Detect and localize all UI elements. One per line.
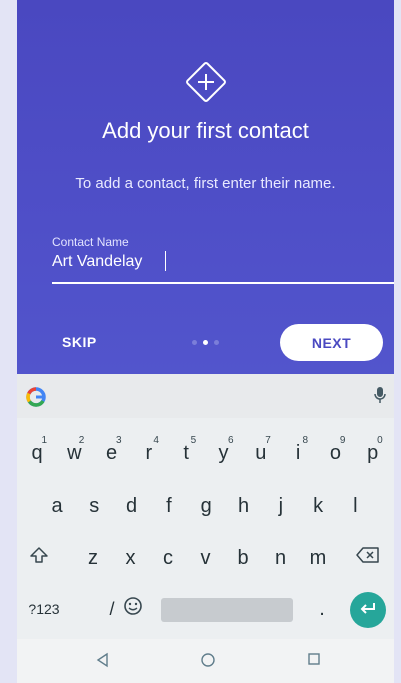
key-number-hint: 2 xyxy=(78,435,85,446)
google-icon[interactable] xyxy=(25,386,47,408)
emoji-icon xyxy=(123,596,143,622)
key-label: c xyxy=(163,546,173,569)
key-label: g xyxy=(200,494,212,517)
text-caret xyxy=(165,251,166,271)
home-nav-icon[interactable] xyxy=(200,652,216,673)
key-number-hint: 5 xyxy=(190,435,197,446)
key-l[interactable]: l xyxy=(337,486,373,526)
key-o[interactable]: o9 xyxy=(317,433,353,473)
key-number-hint: 7 xyxy=(265,435,271,446)
onboarding-card: Add your first contact To add a contact,… xyxy=(17,0,394,374)
key-number-hint: 6 xyxy=(227,435,234,446)
page-dot-2-active xyxy=(203,340,208,345)
mic-icon[interactable] xyxy=(374,386,386,409)
key-b[interactable]: b xyxy=(225,538,261,578)
key-w[interactable]: w2 xyxy=(56,433,92,473)
page-indicator xyxy=(192,340,219,345)
contact-name-label: Contact Name xyxy=(52,235,129,249)
key-label: t xyxy=(183,441,189,464)
key-z[interactable]: z xyxy=(75,538,111,578)
space-bar[interactable] xyxy=(161,598,293,622)
system-nav-bar xyxy=(17,639,394,683)
back-nav-icon[interactable] xyxy=(95,652,109,673)
page-dot-3 xyxy=(214,340,219,345)
shift-icon xyxy=(29,545,49,571)
key-g[interactable]: g xyxy=(188,486,224,526)
key-r[interactable]: r4 xyxy=(131,433,167,473)
backspace-key[interactable] xyxy=(350,538,386,578)
key-label: a xyxy=(51,494,63,517)
key-s[interactable]: s xyxy=(76,486,112,526)
page-title: Add your first contact xyxy=(102,118,309,143)
key-h[interactable]: h xyxy=(226,486,262,526)
backspace-icon xyxy=(356,546,380,570)
key-label: n xyxy=(274,546,287,569)
key-label: j xyxy=(278,494,284,517)
key-label: f xyxy=(166,494,172,517)
keyboard-toolbar xyxy=(17,374,394,418)
phone-screen: Add your first contact To add a contact,… xyxy=(17,0,394,683)
key-label: z xyxy=(88,546,98,569)
key-x[interactable]: x xyxy=(113,538,149,578)
key-p[interactable]: p0 xyxy=(355,433,391,473)
next-button[interactable]: NEXT xyxy=(280,324,383,361)
recents-nav-icon[interactable] xyxy=(307,652,321,671)
key-label: b xyxy=(237,546,249,569)
key-label: d xyxy=(126,494,138,517)
key-label: k xyxy=(313,494,324,517)
key-a[interactable]: a xyxy=(39,486,75,526)
key-number-hint: 4 xyxy=(153,435,159,446)
contact-name-underline xyxy=(52,282,394,284)
enter-key[interactable] xyxy=(350,592,386,628)
shift-key[interactable] xyxy=(21,538,57,578)
key-number-hint: 9 xyxy=(339,435,346,446)
key-label: s xyxy=(89,494,100,517)
key-number-hint: 8 xyxy=(302,435,309,446)
key-number-hint: 1 xyxy=(41,435,47,446)
key-label: m xyxy=(309,546,327,569)
key-v[interactable]: v xyxy=(188,538,224,578)
key-label: r xyxy=(145,441,153,464)
page-dot-1 xyxy=(192,340,197,345)
key-label: h xyxy=(237,494,250,517)
key-u[interactable]: u7 xyxy=(243,433,279,473)
add-contact-icon xyxy=(184,60,228,104)
key-k[interactable]: k xyxy=(300,486,336,526)
key-number-hint: 3 xyxy=(116,435,122,446)
contact-name-input[interactable] xyxy=(52,250,382,274)
key-j[interactable]: j xyxy=(263,486,299,526)
symbols-key[interactable]: ?123 xyxy=(21,589,67,629)
key-f[interactable]: f xyxy=(151,486,187,526)
key-m[interactable]: m xyxy=(300,538,336,578)
key-t[interactable]: t5 xyxy=(168,433,204,473)
period-key[interactable]: . xyxy=(304,589,340,629)
key-number-hint: 0 xyxy=(377,435,383,446)
key-c[interactable]: c xyxy=(150,538,186,578)
key-y[interactable]: y6 xyxy=(206,433,242,473)
page-subtitle: To add a contact, first enter their name… xyxy=(75,175,336,192)
emoji-key[interactable] xyxy=(115,589,151,629)
key-n[interactable]: n xyxy=(263,538,299,578)
key-e[interactable]: e3 xyxy=(94,433,130,473)
key-label: v xyxy=(200,546,211,569)
enter-icon xyxy=(359,601,377,620)
key-label: x xyxy=(125,546,136,569)
key-i[interactable]: i8 xyxy=(280,433,316,473)
key-d[interactable]: d xyxy=(114,486,150,526)
key-label: l xyxy=(353,494,358,517)
key-q[interactable]: q1 xyxy=(19,433,55,473)
key-label: i xyxy=(295,441,301,464)
skip-button[interactable]: SKIP xyxy=(62,334,97,350)
